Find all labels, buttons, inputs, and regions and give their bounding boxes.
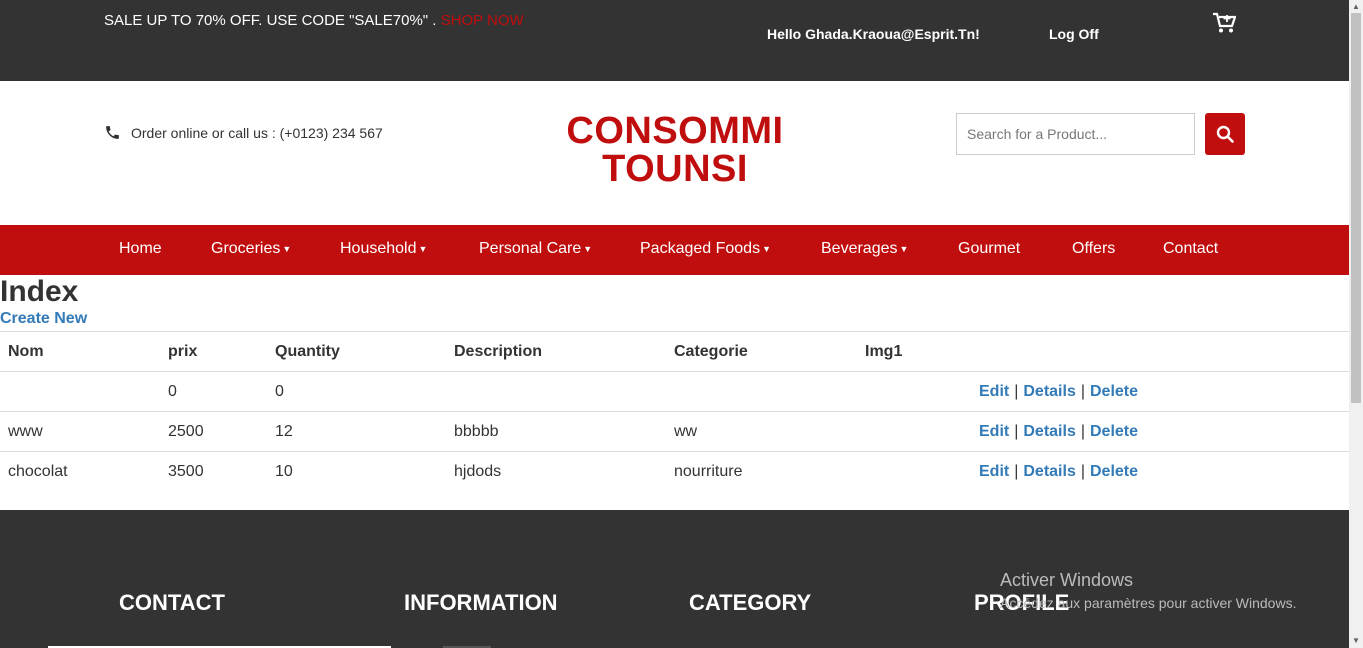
column-header-quantity: Quantity [267,331,446,372]
nav-gourmet-label: Gourmet [958,240,1021,257]
main-nav: Home Groceries ▼ Household ▼ Personal Care… [0,225,1349,275]
log-off-link[interactable]: Log Off [1049,26,1099,42]
cell-categorie: ww [666,411,857,452]
table-row: www 2500 12 bbbbb ww Edit | Details | Delete [0,411,1349,452]
nav-groceries[interactable]: Groceries ▼ [211,240,291,258]
phone-text: Order online or call us : (+0123) 234 56… [131,124,383,141]
table-row: 0 0 Edit | Details | Delete [0,371,1349,412]
cell-quantity: 10 [267,451,446,492]
caret-down-icon: ▼ [899,243,909,254]
nav-beverages[interactable]: Beverages ▼ [821,240,908,258]
cell-prix: 0 [160,371,267,412]
cell-prix: 3500 [160,451,267,492]
phone-icon [106,126,119,139]
column-header-prix: prix [160,331,267,372]
delete-link[interactable]: Delete [1090,463,1138,480]
nav-personal-care-label: Personal Care [479,240,582,257]
column-header-nom: Nom [0,331,160,372]
nav-offers[interactable]: Offers [1072,240,1115,258]
footer-heading-contact: CONTACT [119,590,225,615]
nav-home-label: Home [119,240,162,257]
products-table: Nom prix Quantity Description Categorie … [0,331,1349,492]
table-row: chocolat 3500 10 hjdods nourriture Edit |… [0,451,1349,492]
search-input[interactable] [956,113,1195,155]
nav-beverages-label: Beverages [821,240,898,257]
column-header-categorie: Categorie [666,331,857,372]
column-header-img1: Img1 [857,331,971,372]
search-button[interactable] [1205,113,1245,155]
footer-heading-information: INFORMATION [404,590,558,615]
action-separator: | [1080,382,1085,400]
nav-groceries-label: Groceries [211,240,281,257]
nav-home[interactable]: Home [119,240,162,258]
column-header-description: Description [446,331,666,372]
details-link[interactable]: Details [1023,383,1075,400]
caret-down-icon: ▼ [762,243,771,254]
details-link[interactable]: Details [1023,463,1075,480]
search-icon [1216,125,1234,143]
cell-img1 [857,411,971,452]
phone-info: Order online or call us : (+0123) 234 56… [104,124,383,141]
footer-heading-category: CATEGORY [689,590,812,615]
windows-watermark-text: Accédez aux paramètres pour activer Wind… [1000,595,1297,611]
brand-logo[interactable]: CONSOMMI TOUNSI [560,112,790,188]
windows-watermark-title: Activer Windows [1000,570,1134,590]
scroll-down-arrow-icon[interactable]: ▼ [1351,636,1361,645]
scroll-up-arrow-icon[interactable]: ▲ [1351,2,1361,11]
user-greeting[interactable]: Hello Ghada.Kraoua@Esprit.Tn! [767,26,980,42]
row-actions: Edit | Details | Delete [971,451,1349,492]
cell-nom [0,371,160,412]
nav-personal-care[interactable]: Personal Care ▼ [479,240,592,258]
cell-description: hjdods [446,451,666,492]
nav-contact[interactable]: Contact [1163,240,1218,258]
cell-nom: www [0,411,160,452]
nav-gourmet[interactable]: Gourmet [958,240,1020,258]
details-link[interactable]: Details [1023,423,1075,440]
cell-quantity: 12 [267,411,446,452]
nav-household[interactable]: Household ▼ [340,240,427,258]
column-header-actions [971,331,1349,372]
promo-text: SALE UP TO 70% OFF. USE CODE "SALE70%" . [104,12,437,29]
caret-down-icon: ▼ [418,243,428,254]
nav-offers-label: Offers [1072,240,1116,257]
footer: CONTACT INFORMATION CATEGORY PROFILE [0,510,1349,648]
cell-description: bbbbb [446,411,666,452]
cell-prix: 2500 [160,411,267,452]
nav-household-label: Household [340,240,417,257]
create-new-link[interactable]: Create New [0,310,87,328]
table-header-row: Nom prix Quantity Description Categorie … [0,331,1349,372]
row-actions: Edit | Details | Delete [971,371,1349,412]
brand-line-2: TOUNSI [602,148,748,190]
brand-line-1: CONSOMMI [566,110,784,152]
action-separator: | [1080,422,1085,440]
caret-down-icon: ▼ [282,243,292,254]
edit-link[interactable]: Edit [979,463,1009,480]
caret-down-icon: ▼ [583,243,593,254]
edit-link[interactable]: Edit [979,383,1009,400]
nav-contact-label: Contact [1163,240,1219,257]
edit-link[interactable]: Edit [979,423,1009,440]
action-separator: | [1080,462,1085,480]
delete-link[interactable]: Delete [1090,423,1138,440]
cell-quantity: 0 [267,371,446,412]
nav-packaged-foods-label: Packaged Foods [640,240,761,257]
row-actions: Edit | Details | Delete [971,411,1349,452]
action-separator: | [1014,382,1019,400]
cell-categorie: nourriture [666,451,857,492]
shop-now-link[interactable]: SHOP NOW [441,12,524,29]
top-bar: SALE UP TO 70% OFF. USE CODE "SALE70%" .… [0,0,1349,81]
scrollbar-thumb[interactable] [1351,13,1361,403]
cell-img1 [857,451,971,492]
cell-categorie [666,371,857,412]
cart-icon[interactable] [1212,12,1236,34]
promo-banner: SALE UP TO 70% OFF. USE CODE "SALE70%" .… [104,12,524,29]
nav-packaged-foods[interactable]: Packaged Foods ▼ [640,240,771,258]
action-separator: | [1014,422,1019,440]
cell-nom: chocolat [0,451,160,492]
page-title: Index [0,275,79,308]
cell-img1 [857,371,971,412]
cell-description [446,371,666,412]
delete-link[interactable]: Delete [1090,383,1138,400]
action-separator: | [1014,462,1019,480]
